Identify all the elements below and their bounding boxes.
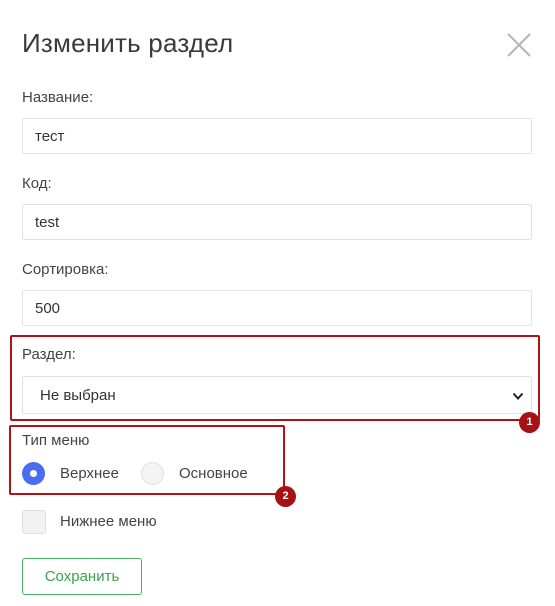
sort-input[interactable] [22, 290, 532, 326]
name-label: Название: [22, 89, 94, 106]
section-select-value: Не выбран [40, 387, 116, 404]
menu-type-option-top-label[interactable]: Верхнее [60, 465, 119, 482]
menu-type-radio-top[interactable] [22, 462, 45, 485]
annotation-badge-2: 2 [275, 486, 296, 507]
close-icon[interactable] [505, 31, 533, 59]
code-input[interactable] [22, 204, 532, 240]
dialog-title: Изменить раздел [22, 28, 234, 58]
annotation-badge-1: 1 [519, 412, 540, 433]
save-button[interactable]: Сохранить [22, 558, 142, 595]
code-label: Код: [22, 175, 52, 192]
section-select[interactable]: Не выбран [22, 376, 532, 414]
chevron-down-icon [512, 392, 524, 400]
menu-type-radio-main[interactable] [141, 462, 164, 485]
section-label: Раздел: [22, 346, 76, 363]
name-input[interactable] [22, 118, 532, 154]
sort-label: Сортировка: [22, 261, 109, 278]
menu-type-label: Тип меню [22, 432, 90, 449]
bottom-menu-label[interactable]: Нижнее меню [60, 513, 157, 530]
bottom-menu-checkbox[interactable] [22, 510, 46, 534]
menu-type-option-main-label[interactable]: Основное [179, 465, 248, 482]
